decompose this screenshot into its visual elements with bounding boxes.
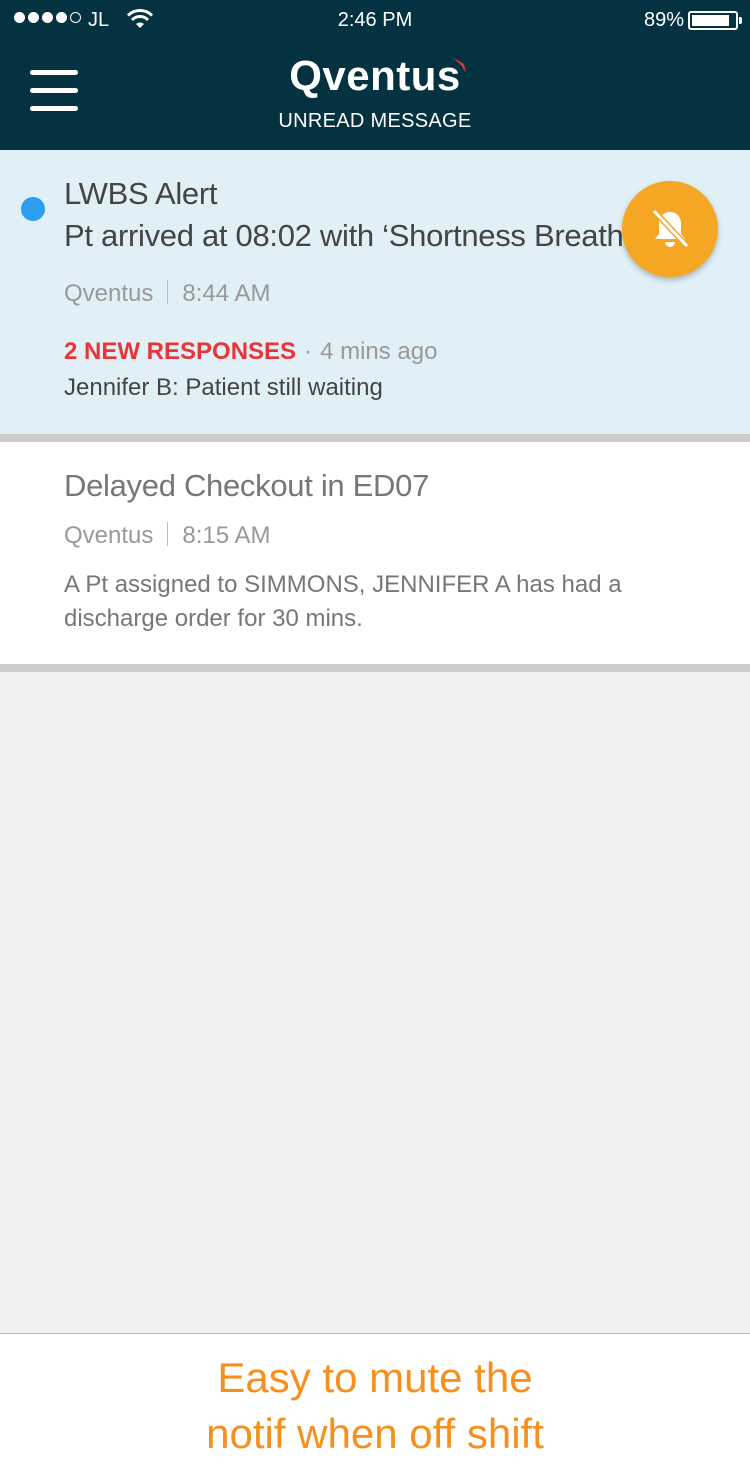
message-meta: Qventus 8:15 AM	[64, 522, 270, 550]
message-body: A Pt assigned to SIMMONS, JENNIFER A has…	[64, 571, 622, 632]
meta-divider	[167, 280, 169, 304]
responses-separator: ·	[304, 338, 313, 365]
bell-muted-icon	[651, 208, 690, 249]
message-source: Qventus	[64, 522, 154, 549]
battery-percent: 89%	[643, 9, 684, 31]
qventus-logo: Qventus	[289, 52, 461, 99]
caption-line-1: Easy to mute the	[217, 1354, 533, 1401]
meta-divider	[167, 522, 169, 546]
message-summary: Pt arrived at 08:02 with ‘Shortness Brea…	[64, 218, 631, 253]
message-source: Qventus	[64, 280, 154, 307]
message-card-delayed-checkout[interactable]: Delayed Checkout in ED07 Qventus 8:15 AM …	[0, 442, 750, 664]
new-responses-badge: 2 NEW RESPONSES	[64, 338, 297, 365]
logo-accent-icon	[452, 57, 466, 73]
annotation-caption: Easy to mute the notif when off shift	[0, 1333, 750, 1473]
app-header: JL 2:46 PM 89% Qventus UNREAD MESSAGE	[0, 0, 750, 150]
message-title: LWBS Alert	[64, 176, 218, 211]
responses-row: 2 NEW RESPONSES · 4 mins ago	[64, 338, 437, 366]
mute-notification-button[interactable]	[622, 181, 718, 277]
latest-reply: Jennifer B: Patient still waiting	[64, 374, 383, 401]
list-divider	[0, 664, 750, 672]
unread-indicator	[21, 197, 45, 221]
status-time: 2:46 PM	[337, 9, 413, 31]
list-divider	[0, 434, 750, 442]
message-title: Delayed Checkout in ED07	[64, 468, 430, 503]
status-bar: JL 2:46 PM 89%	[0, 0, 750, 40]
caption-line-2: notif when off shift	[206, 1410, 544, 1457]
message-meta: Qventus 8:44 AM	[64, 280, 270, 308]
responses-age: 4 mins ago	[320, 338, 438, 365]
message-time: 8:44 AM	[182, 280, 271, 307]
page-title: UNREAD MESSAGE	[278, 110, 472, 132]
message-time: 8:15 AM	[182, 522, 271, 549]
battery-icon	[688, 11, 742, 30]
